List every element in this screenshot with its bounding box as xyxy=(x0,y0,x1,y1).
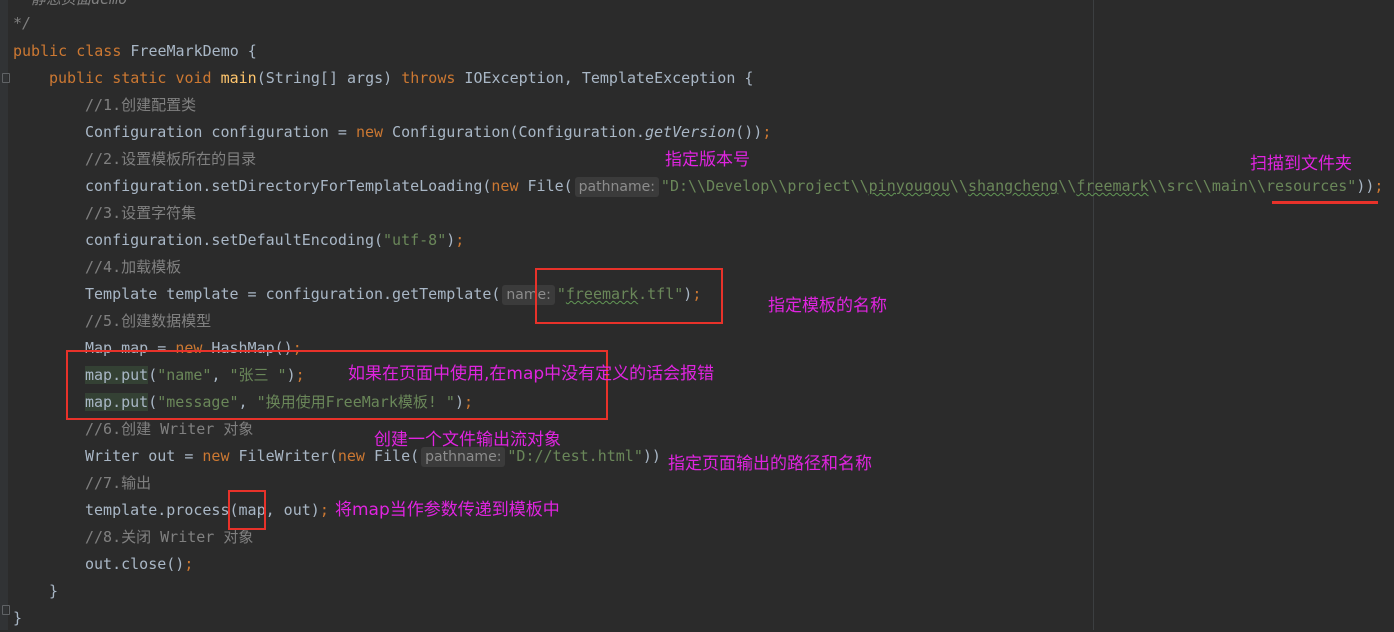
semicolon: ; xyxy=(455,231,465,249)
code-text: (String[] args) xyxy=(256,69,402,87)
annotation-output-path: 指定页面输出的路径和名称 xyxy=(668,454,872,474)
closing-brace: } xyxy=(49,582,59,600)
code-text: Configuration configuration = xyxy=(85,123,356,141)
annotation-map-param: 将map当作参数传递到模板中 xyxy=(335,500,560,520)
string-part: "D:\\Develop\\project\\ xyxy=(660,177,869,195)
template-name-highlight-box xyxy=(535,268,723,324)
code-line-configuration: Configuration configuration = new Config… xyxy=(85,119,771,146)
string-part: \\ xyxy=(1058,177,1077,195)
class-name: FreeMarkDemo xyxy=(130,42,239,60)
code-comment: //6.创建 Writer 对象 xyxy=(85,420,254,438)
annotation-writer: 创建一个文件输出流对象 xyxy=(374,430,561,450)
code-line-set-encoding: configuration.setDefaultEncoding("utf-8"… xyxy=(85,227,464,254)
code-comment: */ xyxy=(13,14,32,32)
keyword: throws xyxy=(401,69,456,87)
static-call: getVersion xyxy=(644,123,736,141)
string-part: freemark xyxy=(1076,177,1149,195)
annotation-version: 指定版本号 xyxy=(665,150,750,170)
annotation-template-name: 指定模板的名称 xyxy=(768,296,887,316)
code-text: FileWriter( xyxy=(229,447,338,465)
string-part: \\src\\main\\resources" xyxy=(1148,177,1357,195)
code-text: )) xyxy=(1356,177,1375,195)
code-text: configuration.setDirectoryForTemplateLoa… xyxy=(85,177,492,195)
code-text: template.process(map, out) xyxy=(85,501,320,519)
code-text: ()) xyxy=(735,123,763,141)
code-comment: //3.设置字符集 xyxy=(85,204,197,222)
closing-brace: } xyxy=(13,609,23,627)
code-comment: //2.设置模板所在的目录 xyxy=(85,150,257,168)
parameter-hint: pathname: xyxy=(421,447,506,467)
keyword: static xyxy=(112,69,167,87)
code-text: configuration.setDefaultEncoding( xyxy=(85,231,384,249)
code-line-close: out.close(); xyxy=(85,551,193,578)
code-line-set-directory: configuration.setDirectoryForTemplateLoa… xyxy=(85,173,1383,200)
keyword: public xyxy=(13,42,68,60)
string-part: \\ xyxy=(949,177,968,195)
code-text: )) xyxy=(642,447,661,465)
fold-marker-icon[interactable] xyxy=(2,605,10,615)
code-line-main-declaration: public static void main(String[] args) t… xyxy=(49,65,753,92)
annotation-folder: 扫描到文件夹 xyxy=(1250,154,1352,174)
code-line-process: template.process(map, out); xyxy=(85,497,329,524)
keyword: new xyxy=(337,447,365,465)
string-part: shangcheng xyxy=(967,177,1059,195)
code-line-class-declaration: public class FreeMarkDemo { xyxy=(13,38,257,65)
code-text: Configuration(Configuration. xyxy=(383,123,645,141)
code-comment: //4.加载模板 xyxy=(85,258,182,276)
resources-underline xyxy=(1272,201,1378,204)
method-name: main xyxy=(220,69,257,87)
parameter-hint: pathname: xyxy=(574,177,659,197)
code-comment: //7.输出 xyxy=(85,474,152,492)
keyword: new xyxy=(355,123,384,141)
string-part: pinyougou xyxy=(868,177,950,195)
editor-gutter xyxy=(0,0,8,630)
semicolon: ; xyxy=(762,123,772,141)
keyword: new xyxy=(202,447,230,465)
code-text: Template template = configuration.getTem… xyxy=(85,285,501,303)
code-text: Writer out = xyxy=(85,447,203,465)
code-text: IOException, TemplateException { xyxy=(455,69,754,87)
string-literal: "utf-8" xyxy=(383,231,447,249)
fold-marker-icon[interactable] xyxy=(2,73,10,83)
semicolon: ; xyxy=(319,501,329,519)
code-comment: //5.创建数据模型 xyxy=(85,312,212,330)
keyword: new xyxy=(491,177,519,195)
keyword: public xyxy=(49,69,104,87)
string-literal: "D:\\Develop\\project\\pinyougou\\shangc… xyxy=(661,177,1356,195)
code-comment: //1.创建配置类 xyxy=(85,96,197,114)
semicolon: ; xyxy=(1374,177,1384,195)
annotation-map-error: 如果在页面中使用,在map中没有定义的话会报错 xyxy=(348,364,715,384)
keyword: class xyxy=(76,42,122,60)
code-text: File( xyxy=(518,177,573,195)
keyword: void xyxy=(175,69,212,87)
code-text: ) xyxy=(446,231,456,249)
code-text: { xyxy=(238,42,257,60)
code-text: out.close() xyxy=(85,555,185,573)
code-line-file-writer: Writer out = new FileWriter(new File(pat… xyxy=(85,443,661,470)
map-arg-highlight-box xyxy=(228,490,266,530)
semicolon: ; xyxy=(184,555,194,573)
